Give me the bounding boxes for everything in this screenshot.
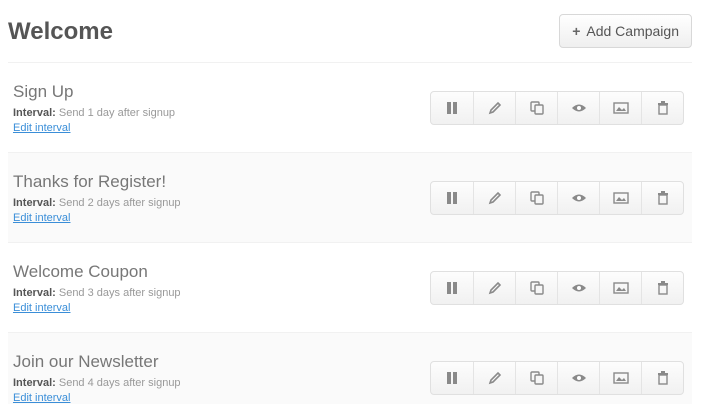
delete-button[interactable] (641, 181, 683, 214)
header: Welcome + Add Campaign (8, 0, 692, 62)
image-button[interactable] (599, 91, 641, 124)
image-icon (612, 281, 629, 294)
interval-value: Send 3 days after signup (58, 286, 181, 299)
preview-button[interactable] (557, 271, 599, 304)
pause-icon (447, 191, 457, 204)
campaign-actions (430, 360, 684, 395)
delete-button[interactable] (641, 271, 683, 304)
campaign-interval: Interval: Send 4 days after signup (13, 377, 181, 389)
campaign-row: Sign Up Interval: Send 1 day after signu… (8, 62, 692, 152)
pause-button[interactable] (431, 272, 473, 304)
interval-label: Interval: (13, 196, 56, 209)
trash-icon (657, 280, 668, 295)
pause-icon (447, 281, 457, 294)
campaign-actions (430, 180, 684, 215)
campaign-info: Join our Newsletter Interval: Send 4 day… (13, 352, 181, 404)
image-icon (612, 191, 629, 204)
eye-icon (571, 374, 586, 381)
copy-button[interactable] (515, 361, 557, 394)
preview-button[interactable] (557, 361, 599, 394)
campaign-title: Welcome Coupon (13, 261, 148, 281)
copy-icon (529, 280, 544, 295)
copy-icon (529, 190, 544, 205)
pause-button[interactable] (431, 92, 473, 124)
campaign-interval: Interval: Send 3 days after signup (13, 287, 181, 299)
edit-interval-link[interactable]: Edit interval (13, 122, 175, 134)
pause-button[interactable] (431, 362, 473, 394)
interval-label: Interval: (13, 376, 56, 389)
campaign-actions (430, 270, 684, 305)
image-button[interactable] (599, 181, 641, 214)
edit-button[interactable] (473, 361, 515, 394)
edit-interval-link[interactable]: Edit interval (13, 392, 181, 404)
pause-icon (447, 371, 457, 384)
copy-icon (529, 100, 544, 115)
interval-value: Send 1 day after signup (58, 106, 176, 119)
interval-value: Send 2 days after signup (58, 196, 181, 209)
page: Welcome + Add Campaign Sign Up Interval:… (0, 0, 704, 404)
campaign-info: Thanks for Register! Interval: Send 2 da… (13, 172, 181, 224)
campaign-actions (430, 90, 684, 125)
add-campaign-label: Add Campaign (586, 23, 679, 39)
trash-icon (657, 100, 668, 115)
campaign-title: Thanks for Register! (13, 171, 167, 191)
campaign-interval: Interval: Send 1 day after signup (13, 107, 175, 119)
pause-button[interactable] (431, 182, 473, 214)
page-title: Welcome (8, 18, 113, 45)
preview-button[interactable] (557, 181, 599, 214)
delete-button[interactable] (641, 361, 683, 394)
edit-button[interactable] (473, 181, 515, 214)
eye-icon (571, 284, 586, 291)
interval-label: Interval: (13, 106, 56, 119)
pencil-icon (488, 281, 501, 294)
campaign-info: Welcome Coupon Interval: Send 3 days aft… (13, 262, 181, 314)
copy-button[interactable] (515, 91, 557, 124)
eye-icon (571, 194, 586, 201)
pencil-icon (488, 101, 501, 114)
edit-button[interactable] (473, 91, 515, 124)
campaign-row: Join our Newsletter Interval: Send 4 day… (8, 332, 692, 404)
campaign-row: Welcome Coupon Interval: Send 3 days aft… (8, 242, 692, 332)
campaign-info: Sign Up Interval: Send 1 day after signu… (13, 82, 175, 134)
campaign-list: Sign Up Interval: Send 1 day after signu… (8, 62, 692, 404)
plus-icon: + (572, 23, 581, 39)
campaign-row: Thanks for Register! Interval: Send 2 da… (8, 152, 692, 242)
pencil-icon (488, 371, 501, 384)
copy-button[interactable] (515, 271, 557, 304)
edit-interval-link[interactable]: Edit interval (13, 302, 181, 314)
edit-button[interactable] (473, 271, 515, 304)
add-campaign-button[interactable]: + Add Campaign (559, 14, 692, 48)
image-button[interactable] (599, 361, 641, 394)
eye-icon (571, 104, 586, 111)
campaign-title: Sign Up (13, 81, 74, 101)
trash-icon (657, 370, 668, 385)
copy-icon (529, 370, 544, 385)
copy-button[interactable] (515, 181, 557, 214)
pencil-icon (488, 191, 501, 204)
image-button[interactable] (599, 271, 641, 304)
campaign-title: Join our Newsletter (13, 351, 159, 371)
campaign-interval: Interval: Send 2 days after signup (13, 197, 181, 209)
edit-interval-link[interactable]: Edit interval (13, 212, 181, 224)
preview-button[interactable] (557, 91, 599, 124)
interval-value: Send 4 days after signup (58, 376, 181, 389)
image-icon (612, 101, 629, 114)
trash-icon (657, 190, 668, 205)
image-icon (612, 371, 629, 384)
interval-label: Interval: (13, 286, 56, 299)
pause-icon (447, 101, 457, 114)
delete-button[interactable] (641, 91, 683, 124)
